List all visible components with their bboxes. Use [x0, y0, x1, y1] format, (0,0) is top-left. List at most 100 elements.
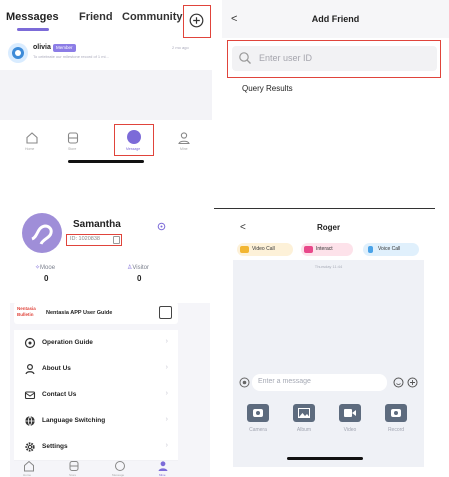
user-id[interactable]: ID: 1020838	[70, 236, 100, 242]
nav-message-label: Message	[112, 473, 125, 477]
album-button[interactable]	[293, 404, 315, 422]
messages-screen: Messages Friend Community olivia Member …	[0, 0, 212, 165]
menu-item-language-switching[interactable]: Language Switching ›	[14, 408, 178, 435]
chat-screen: < Roger Video Call Interact Voice Call T…	[233, 213, 424, 467]
video-call-label: Video Call	[252, 246, 275, 252]
image-icon	[298, 408, 310, 418]
camera-button[interactable]	[247, 404, 269, 422]
video-label: Video	[343, 427, 357, 433]
member-badge: Member	[53, 44, 76, 52]
profile-avatar[interactable]	[22, 213, 62, 253]
menu-label: Settings	[42, 443, 68, 450]
store-icon[interactable]	[68, 460, 80, 472]
camera-icon	[253, 409, 263, 417]
chat-title: Roger	[316, 223, 341, 232]
page-title: Add Friend	[311, 14, 360, 24]
chevron-right-icon: ›	[165, 364, 168, 371]
search-placeholder: Enter user ID	[259, 53, 313, 63]
home-indicator	[287, 457, 363, 460]
message-time: 2 mo ago	[172, 45, 189, 50]
nav-message-label: Message	[126, 147, 141, 151]
message-icon[interactable]	[127, 130, 141, 144]
nav-home-label: Home	[23, 473, 32, 477]
menu-label: Contact Us	[42, 391, 77, 398]
nav-store-label: Store	[69, 473, 77, 477]
home-indicator	[68, 160, 144, 163]
menu-item-about-us[interactable]: About Us ›	[14, 356, 178, 383]
person-icon	[24, 363, 36, 375]
tab-friend[interactable]: Friend	[79, 11, 113, 23]
tab-messages[interactable]: Messages	[6, 11, 59, 23]
album-label: Album	[296, 427, 312, 433]
voice-call-label: Voice Call	[378, 246, 401, 252]
voice-call-button[interactable]: Voice Call	[363, 243, 419, 256]
record-icon	[391, 409, 401, 417]
chat-actions: Video Call Interact Voice Call	[233, 240, 424, 260]
video-call-icon	[240, 246, 249, 253]
message-input[interactable]: Enter a message	[252, 374, 387, 391]
chevron-right-icon: ›	[165, 442, 168, 449]
chevron-right-icon: ›	[165, 390, 168, 397]
stat-mooe-value: 0	[44, 274, 49, 283]
menu-item-contact-us[interactable]: Contact Us ›	[14, 382, 178, 409]
banner-brand: Nentasia Bulletin	[17, 306, 36, 317]
menu-item-settings[interactable]: Settings ›	[14, 434, 178, 461]
stat-mooe-label: ✧Mooe	[35, 265, 56, 271]
query-results-label: Query Results	[242, 84, 293, 93]
chat-timestamp: Thursday 11:44	[314, 264, 343, 269]
chevron-right-icon: ›	[165, 338, 168, 345]
mine-icon[interactable]	[157, 460, 169, 472]
search-icon	[238, 51, 252, 65]
video-button[interactable]	[339, 404, 361, 422]
heart-icon	[304, 246, 313, 253]
add-friend-screen: < Add Friend Enter user ID Query Results	[222, 0, 449, 110]
interact-button[interactable]: Interact	[301, 243, 353, 256]
microphone-icon	[368, 246, 373, 253]
section-divider	[214, 208, 435, 209]
mail-icon	[24, 389, 36, 401]
mine-icon[interactable]	[177, 131, 191, 145]
profile-screen: Samantha ID: 1020838 ✧Mooe 0 ♙Visitor 0 …	[10, 211, 210, 477]
user-guide-banner[interactable]: Nentasia Bulletin Nentasia APP User Guid…	[14, 302, 178, 324]
stat-visitor-label: ♙Visitor	[127, 265, 149, 271]
emoji-icon[interactable]	[393, 377, 404, 388]
contact-name: olivia	[33, 44, 51, 51]
search-input[interactable]: Enter user ID	[232, 46, 437, 71]
banner-title: Nentasia APP User Guide	[46, 310, 113, 316]
settings-gear-icon[interactable]	[157, 222, 166, 231]
avatar	[8, 43, 28, 63]
record-button[interactable]	[385, 404, 407, 422]
tab-community[interactable]: Community	[122, 11, 183, 23]
menu-label: Language Switching	[42, 417, 106, 424]
chevron-right-icon: ›	[165, 416, 168, 423]
menu-label: About Us	[42, 365, 71, 372]
store-icon[interactable]	[66, 131, 80, 145]
record-label: Record	[387, 427, 405, 433]
home-icon[interactable]	[25, 131, 39, 145]
message-icon[interactable]	[114, 460, 126, 472]
video-call-button[interactable]: Video Call	[237, 243, 293, 256]
profile-name: Samantha	[73, 219, 121, 230]
nav-home-label: Home	[25, 147, 35, 151]
nav-store-label: Store	[68, 147, 77, 151]
tab-messages-underline	[17, 28, 49, 31]
add-more-icon[interactable]	[407, 377, 418, 388]
copy-icon[interactable]	[113, 236, 120, 244]
message-placeholder: Enter a message	[258, 378, 311, 385]
emoji-icon-left[interactable]	[239, 377, 250, 388]
nav-mine-label: Mine	[159, 473, 166, 477]
message-preview: To celebrate our milestone record of 1 m…	[33, 54, 109, 59]
plus-circle-icon[interactable]	[189, 13, 204, 28]
conversation-list-item[interactable]: olivia Member 2 mo ago To celebrate our …	[0, 40, 212, 68]
settings-icon	[24, 441, 36, 453]
stat-visitor-value: 0	[137, 274, 142, 283]
menu-item-operation-guide[interactable]: Operation Guide ›	[14, 330, 178, 357]
menu-label: Operation Guide	[42, 339, 93, 346]
message-list-empty-area	[0, 70, 212, 120]
camera-label: Camera	[249, 427, 267, 433]
interact-label: Interact	[316, 246, 333, 252]
video-icon	[344, 409, 356, 417]
home-icon[interactable]	[23, 460, 35, 472]
nav-mine-label: Mine	[180, 147, 188, 151]
guide-book-icon	[159, 306, 172, 319]
